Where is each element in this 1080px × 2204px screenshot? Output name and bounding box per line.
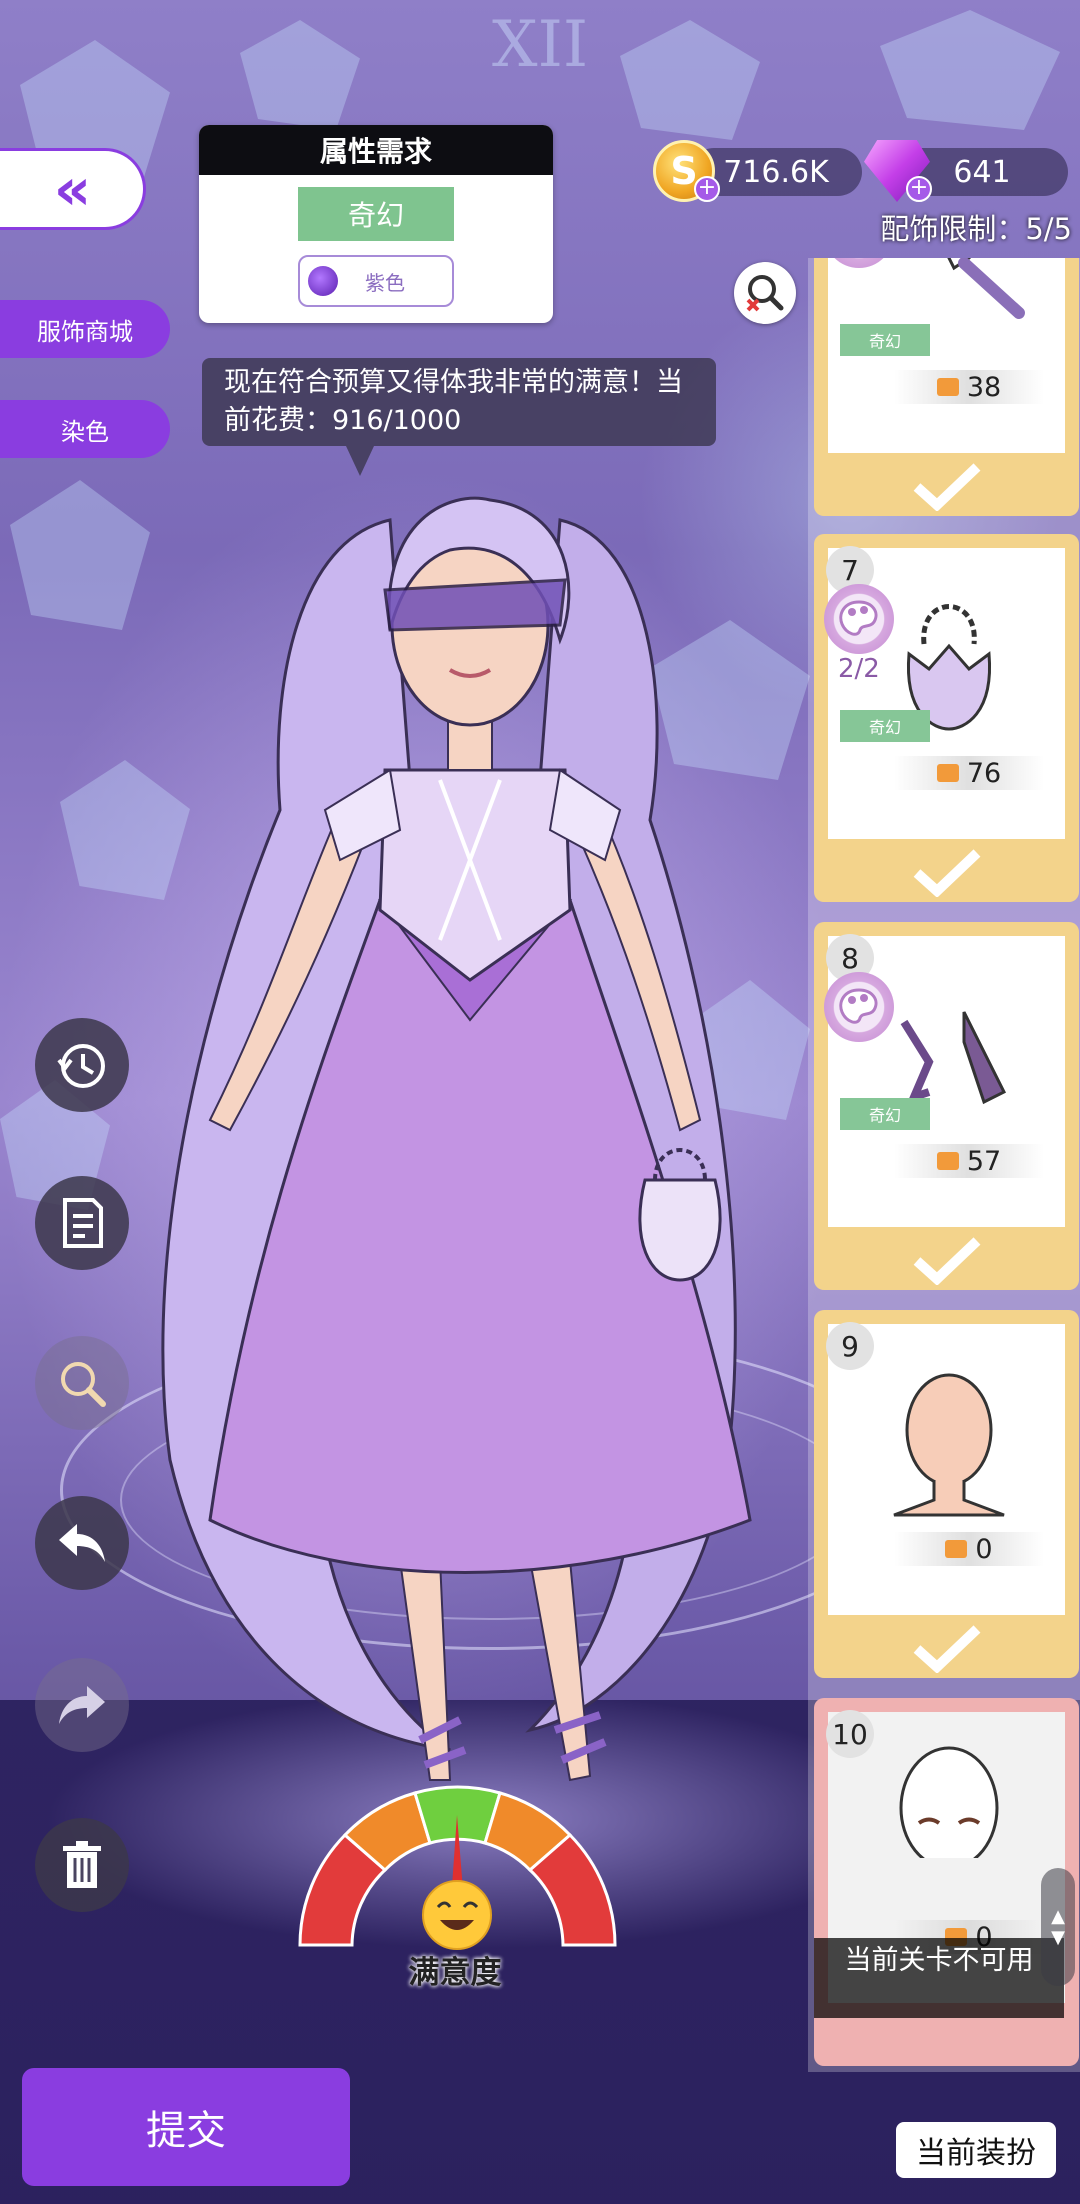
price-icon [936,1152,959,1170]
price-icon [936,764,959,782]
item-number: 10 [826,1710,874,1758]
tab-dye[interactable]: 染色 [0,400,170,458]
undo-arrow-icon [59,1524,105,1562]
item-card-9[interactable]: 9 0 [814,1310,1079,1678]
item-price: 76 [894,756,1044,790]
character-model[interactable] [150,480,810,1880]
back-button[interactable]: « [0,148,146,230]
checkmark-icon [913,1236,980,1285]
requirement-title: 属性需求 [199,125,553,175]
zoom-button[interactable] [734,262,796,324]
double-chevron-left-icon: « [53,155,92,223]
item-number: 9 [826,1322,874,1370]
color-requirement: 紫色 [298,255,454,307]
checkmark-icon [913,462,980,511]
requirement-panel: 属性需求 奇幻 紫色 [199,125,553,323]
magnifier-icon [61,1362,106,1407]
submit-button[interactable]: 提交 [22,2068,350,2186]
zoom-view-button[interactable] [35,1336,129,1430]
smile-face-icon [422,1880,492,1950]
crystal-shard [620,20,760,140]
satisfaction-label: 满意度 [408,1955,502,1991]
dialog-tail [346,446,374,476]
crystal-shard [10,480,150,630]
price-icon [945,1540,968,1558]
magnifier-icon [746,275,784,312]
item-price: 57 [894,1144,1044,1178]
item-style-tag: 奇幻 [840,710,930,742]
clear-outfit-button[interactable] [35,1818,129,1912]
document-icon [63,1198,103,1248]
arrow-down-icon: ▼ [1051,1927,1065,1948]
item-card-7[interactable]: 7 2/2 奇幻 76 [814,534,1079,902]
selected-checkmark[interactable] [814,839,1079,902]
item-price-value: 38 [966,371,1002,403]
arrow-up-icon: ▲ [1051,1906,1065,1927]
item-style-tag: 奇幻 [840,324,930,356]
satisfaction-gauge [298,1785,617,1950]
selected-checkmark[interactable] [814,1615,1079,1678]
clock-numeral: XII [492,8,589,82]
item-card-6[interactable]: 6 奇幻 38 [814,258,1079,516]
dye-palette-icon[interactable] [824,258,894,268]
redo-arrow-icon [59,1686,105,1724]
item-price-value: 0 [975,1533,993,1565]
head-base-icon [893,1373,1005,1517]
checkmark-icon [913,1624,980,1673]
current-outfit-button[interactable]: 当前装扮 [896,2122,1056,2178]
item-style-tag: 奇幻 [840,1098,930,1130]
item-price-value: 76 [966,757,1002,789]
item-price-value: 57 [966,1145,1002,1177]
dye-palette-icon[interactable] [824,584,894,654]
item-list[interactable]: 6 奇幻 38 7 2/2 奇幻 76 8 [808,258,1080,2072]
redo-button[interactable] [35,1658,129,1752]
character-dialog: 现在符合预算又得体我非常的满意！当前花费：916/1000 [202,358,716,446]
clock-history-icon [57,1044,105,1088]
checkmark-icon [913,848,980,897]
selected-checkmark[interactable] [814,453,1079,516]
list-scroll-handle[interactable]: ▲ ▼ [1041,1868,1075,1986]
color-requirement-label: 紫色 [365,270,405,295]
selected-checkmark[interactable] [814,1227,1079,1290]
accessory-limit: 配饰限制：5/5 [880,212,1072,246]
wand-icon [947,258,1025,319]
item-price: 0 [894,1532,1044,1566]
style-requirement-tag: 奇幻 [298,187,454,241]
undo-button[interactable] [35,1496,129,1590]
item-card-8[interactable]: 8 奇幻 57 [814,922,1079,1290]
add-gems-button[interactable]: + [906,176,932,202]
add-coins-button[interactable]: + [694,176,720,202]
crystal-shard [880,10,1060,130]
color-swatch-icon [308,266,338,296]
trash-icon [63,1841,101,1888]
crystal-shard [240,20,360,130]
face-base-icon [899,1746,999,1858]
price-icon [936,378,959,396]
outfit-notes-button[interactable] [35,1176,129,1270]
item-price: 38 [894,370,1044,404]
unavailable-label: 当前关卡不可用 [814,1938,1064,2018]
dye-count: 2/2 [838,654,880,684]
tab-outfit-shop[interactable]: 服饰商城 [0,300,170,358]
sandals-icon [900,1011,1007,1105]
history-button[interactable] [35,1018,129,1112]
